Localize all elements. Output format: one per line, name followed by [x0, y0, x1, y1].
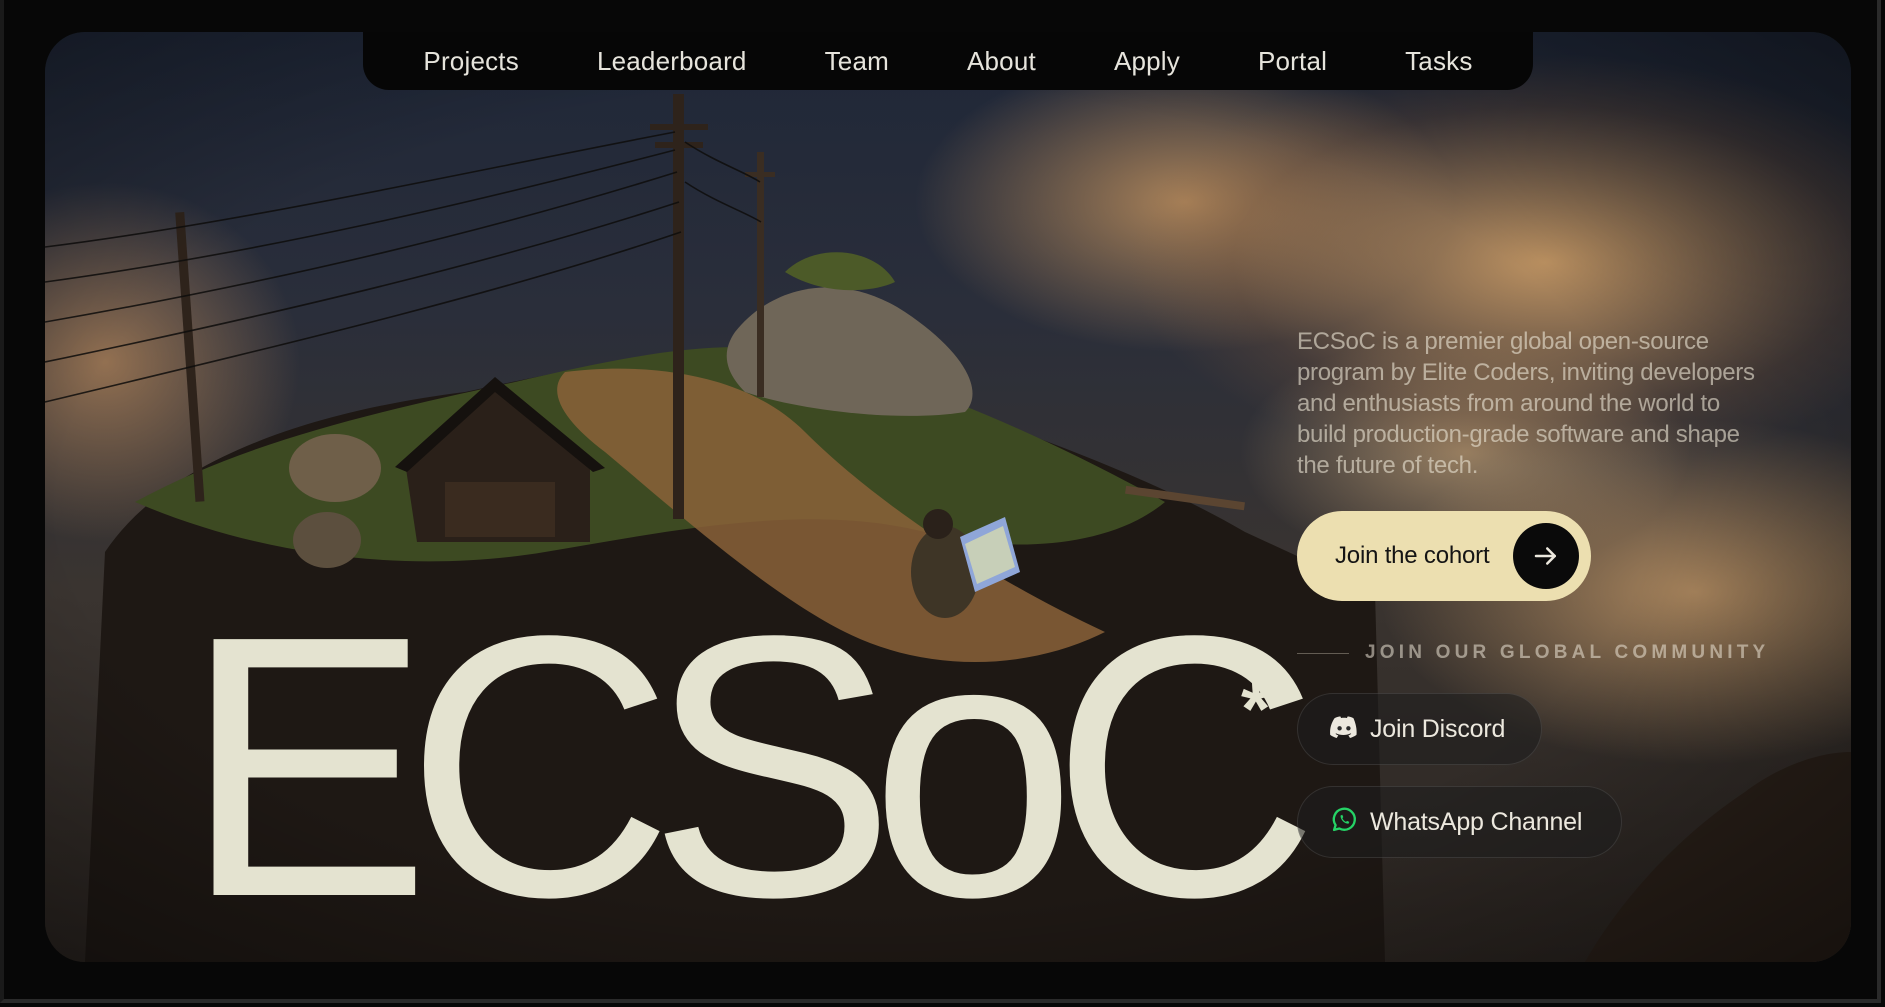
community-divider — [1297, 652, 1349, 654]
join-cohort-label: Join the cohort — [1335, 542, 1490, 569]
nav-item-apply[interactable]: Apply — [1075, 46, 1219, 77]
discord-icon — [1330, 715, 1358, 743]
community-label: JOIN OUR GLOBAL COMMUNITY — [1365, 642, 1770, 663]
nav-item-tasks[interactable]: Tasks — [1366, 46, 1511, 77]
whatsapp-icon — [1330, 806, 1358, 839]
arrow-right-icon — [1513, 523, 1579, 589]
wordmark-asterisk: * — [1241, 667, 1271, 752]
whatsapp-channel-button[interactable]: WhatsApp Channel — [1297, 786, 1622, 858]
community-heading: JOIN OUR GLOBAL COMMUNITY — [1297, 640, 1777, 666]
top-navigation: Projects Leaderboard Team About Apply Po… — [363, 32, 1533, 90]
ecsoc-wordmark: ECSoC — [183, 558, 1319, 962]
whatsapp-channel-label: WhatsApp Channel — [1370, 807, 1583, 836]
hero-description: ECSoC is a premier global open-source pr… — [1297, 328, 1755, 479]
nav-item-projects[interactable]: Projects — [384, 46, 558, 77]
join-cohort-button[interactable]: Join the cohort — [1297, 511, 1591, 601]
nav-item-about[interactable]: About — [928, 46, 1075, 77]
join-discord-label: Join Discord — [1370, 714, 1506, 743]
nav-item-team[interactable]: Team — [786, 46, 928, 77]
nav-item-portal[interactable]: Portal — [1219, 46, 1366, 77]
nav-item-leaderboard[interactable]: Leaderboard — [558, 46, 786, 77]
join-discord-button[interactable]: Join Discord — [1297, 693, 1542, 765]
